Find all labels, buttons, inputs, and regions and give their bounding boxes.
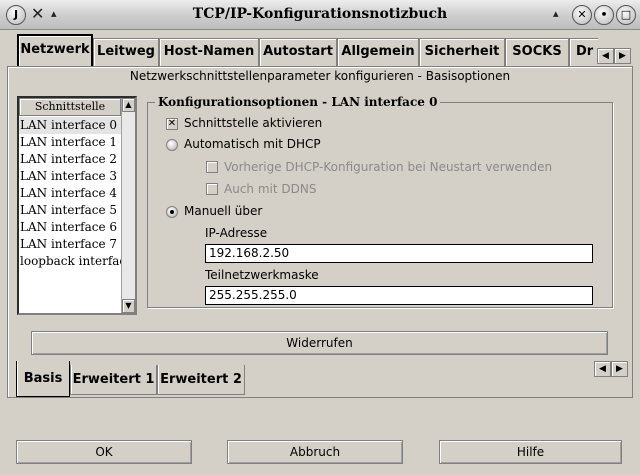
list-item[interactable]: LAN interface 5 <box>19 202 121 219</box>
sort-arrows-icon[interactable]: ▴ <box>553 4 559 24</box>
sub-tab-scroller: ◀ ▶ <box>594 361 630 377</box>
tab-socks[interactable]: SOCKS <box>505 38 569 66</box>
minimize-icon[interactable]: • <box>594 5 614 25</box>
subnet-mask-field[interactable]: 255.255.255.0 <box>205 286 593 305</box>
list-item[interactable]: LAN interface 7 <box>19 236 121 253</box>
interface-list[interactable]: Schnittstelle LAN interface 0 LAN interf… <box>17 96 137 315</box>
list-item[interactable]: LAN interface 2 <box>19 151 121 168</box>
ok-button[interactable]: OK <box>16 440 192 464</box>
ddns-label: Auch mit DDNS <box>224 182 317 196</box>
list-item[interactable]: LAN interface 1 <box>19 134 121 151</box>
tab-sicherheit[interactable]: Sicherheit <box>419 38 505 66</box>
list-header[interactable]: Schnittstelle <box>19 98 121 116</box>
dhcp-prev-label: Vorherige DHCP-Konfiguration bei Neustar… <box>224 160 553 174</box>
top-tab-scroller: ◀ ▶ <box>597 48 633 64</box>
scroll-left-icon[interactable]: ◀ <box>594 361 611 377</box>
page-subtitle: Netzwerkschnittstellenparameter konfigur… <box>129 69 511 83</box>
scroll-right-icon[interactable]: ▶ <box>611 361 628 377</box>
scroll-right-icon[interactable]: ▶ <box>614 48 631 64</box>
enable-checkbox[interactable]: ✕ <box>166 118 178 130</box>
close-button-icon[interactable]: ✕ <box>572 5 592 25</box>
tab-erweitert-1[interactable]: Erweitert 1 <box>70 365 157 395</box>
ip-address-field[interactable]: 192.168.2.50 <box>205 244 593 263</box>
list-scrollbar[interactable]: ▲ ▼ <box>121 98 135 313</box>
top-tab-bar: Netzwerk Leitweg Host-Namen Autostart Al… <box>13 34 598 66</box>
help-button[interactable]: Hilfe <box>439 440 622 464</box>
maximize-icon[interactable]: □ <box>616 5 636 25</box>
dhcp-label: Automatisch mit DHCP <box>184 137 321 151</box>
list-item[interactable]: LAN interface 6 <box>19 219 121 236</box>
list-item[interactable]: LAN interface 4 <box>19 185 121 202</box>
undo-button[interactable]: Widerrufen <box>31 331 608 355</box>
manual-radio[interactable] <box>166 206 178 218</box>
window-title: TCP/IP-Konfigurationsnotizbuch <box>192 6 448 22</box>
enable-label: Schnittstelle aktivieren <box>184 116 323 130</box>
list-item[interactable]: LAN interface 3 <box>19 168 121 185</box>
config-group-title: Konfigurationsoptionen - LAN interface 0 <box>155 95 441 109</box>
list-item[interactable]: loopback interfac <box>19 253 121 270</box>
tab-erweitert-2[interactable]: Erweitert 2 <box>157 365 245 395</box>
cancel-button[interactable]: Abbruch <box>227 440 403 464</box>
ddns-checkbox[interactable] <box>206 183 218 195</box>
list-item[interactable]: LAN interface 0 <box>19 117 121 134</box>
title-bar: J ✕ ▴ TCP/IP-Konfigurationsnotizbuch ▴ ✕… <box>0 0 640 30</box>
dhcp-prev-checkbox[interactable] <box>206 161 218 173</box>
scroll-down-icon[interactable]: ▼ <box>122 299 135 313</box>
tab-host-namen[interactable]: Host-Namen <box>159 38 259 66</box>
tab-basis[interactable]: Basis <box>16 361 70 397</box>
tab-leitweg[interactable]: Leitweg <box>93 38 159 66</box>
mask-label: Teilnetzwerkmaske <box>205 268 319 282</box>
ip-label: IP-Adresse <box>205 226 268 240</box>
tab-autostart[interactable]: Autostart <box>259 38 337 66</box>
manual-label: Manuell über <box>184 204 263 218</box>
scroll-up-icon[interactable]: ▲ <box>122 98 135 112</box>
tab-truncated[interactable]: Dr <box>569 38 598 66</box>
scroll-left-icon[interactable]: ◀ <box>597 48 614 64</box>
tab-netzwerk[interactable]: Netzwerk <box>17 34 93 66</box>
tab-allgemein[interactable]: Allgemein <box>337 38 419 66</box>
dhcp-radio[interactable] <box>166 139 178 151</box>
